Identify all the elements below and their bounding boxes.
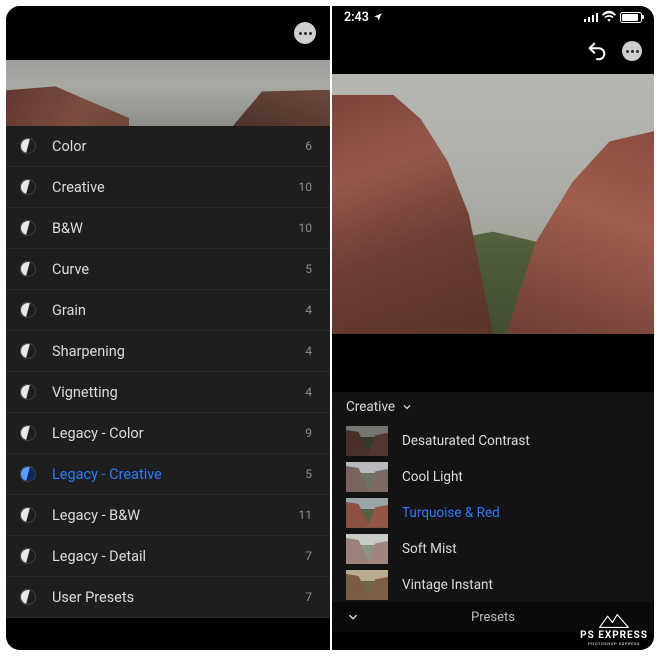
category-row[interactable]: Legacy - Detail 7 — [6, 536, 330, 577]
category-count: 9 — [305, 426, 312, 440]
status-time: 2:43 — [344, 10, 369, 25]
category-label: Legacy - Detail — [52, 548, 146, 565]
preset-swatch-icon — [17, 504, 39, 526]
preset-swatch-icon — [17, 422, 39, 444]
bottom-tab-label[interactable]: Presets — [471, 610, 515, 625]
preset-category-list: Color6Creative10B&W10Curve5Grain4Sharpen… — [6, 126, 330, 618]
category-label: Curve — [52, 261, 89, 278]
category-label: Color — [52, 138, 86, 155]
category-label: Grain — [52, 302, 86, 319]
preset-list: Desaturated Contrast Cool Light Turquoise … — [332, 422, 654, 602]
preset-row[interactable]: Cool Light — [332, 458, 654, 494]
preset-swatch-icon — [17, 340, 39, 362]
category-label: User Presets — [52, 589, 134, 606]
category-count: 4 — [305, 344, 312, 358]
undo-icon[interactable] — [586, 40, 608, 62]
category-count: 6 — [305, 139, 312, 153]
category-row[interactable]: Legacy - Color 9 — [6, 413, 330, 454]
preset-swatch-icon — [17, 176, 39, 198]
preset-thumbnail — [346, 462, 388, 492]
chevron-down-icon[interactable] — [346, 610, 360, 624]
wifi-icon — [602, 10, 616, 24]
category-row[interactable]: Sharpening 4 — [6, 331, 330, 372]
dropdown-label: Creative — [346, 399, 395, 415]
category-label: Legacy - B&W — [52, 507, 140, 524]
category-label: Vignetting — [52, 384, 118, 401]
preset-thumbnail — [346, 534, 388, 564]
preset-thumbnail — [346, 426, 388, 456]
left-photo-preview — [6, 60, 330, 126]
more-icon[interactable] — [622, 41, 642, 61]
preset-swatch-icon — [17, 258, 39, 280]
left-toolbar — [6, 6, 330, 60]
right-toolbar — [332, 28, 654, 74]
category-label: B&W — [52, 220, 83, 237]
preset-row[interactable]: Vintage Instant — [332, 566, 654, 602]
preset-label: Vintage Instant — [402, 577, 493, 593]
right-photo-preview[interactable] — [332, 74, 654, 334]
mountain-icon — [598, 613, 630, 629]
chevron-down-icon — [401, 401, 413, 413]
preset-swatch-icon — [17, 381, 39, 403]
preset-swatch-icon — [17, 545, 39, 567]
category-label: Sharpening — [52, 343, 125, 360]
preset-label: Desaturated Contrast — [402, 433, 530, 449]
category-count: 5 — [305, 262, 312, 276]
preset-thumbnail — [346, 498, 388, 528]
category-row[interactable]: User Presets 7 — [6, 577, 330, 618]
location-icon — [373, 12, 383, 22]
category-label: Creative — [52, 179, 105, 196]
category-row[interactable]: Curve 5 — [6, 249, 330, 290]
category-row[interactable]: Grain 4 — [6, 290, 330, 331]
category-row[interactable]: B&W 10 — [6, 208, 330, 249]
category-count: 7 — [305, 549, 312, 563]
category-count: 10 — [299, 180, 313, 194]
right-pane: 2:43 Creative Desaturated Contr — [330, 6, 654, 650]
preset-label: Turquoise & Red — [402, 505, 500, 521]
preset-label: Cool Light — [402, 469, 463, 485]
category-count: 4 — [305, 303, 312, 317]
category-row[interactable]: Color 6 — [6, 126, 330, 167]
category-count: 11 — [299, 508, 313, 522]
preset-label: Soft Mist — [402, 541, 457, 557]
preset-swatch-icon — [17, 299, 39, 321]
preset-swatch-icon — [17, 217, 39, 239]
more-icon[interactable] — [294, 22, 316, 44]
preset-group-dropdown[interactable]: Creative — [332, 392, 654, 422]
category-count: 7 — [305, 590, 312, 604]
preset-swatch-icon — [17, 586, 39, 608]
left-pane: Color6Creative10B&W10Curve5Grain4Sharpen… — [6, 6, 330, 650]
cellular-signal-icon — [584, 12, 599, 22]
category-label: Legacy - Creative — [52, 466, 162, 483]
preset-thumbnail — [346, 570, 388, 600]
status-bar: 2:43 — [332, 6, 654, 28]
category-row[interactable]: Legacy - B&W 11 — [6, 495, 330, 536]
photo-gap — [332, 334, 654, 392]
category-count: 10 — [299, 221, 313, 235]
category-count: 5 — [305, 467, 312, 481]
preset-swatch-icon — [17, 135, 39, 157]
category-row[interactable]: Creative 10 — [6, 167, 330, 208]
preset-row[interactable]: Desaturated Contrast — [332, 422, 654, 458]
category-row[interactable]: Vignetting 4 — [6, 372, 330, 413]
category-label: Legacy - Color — [52, 425, 144, 442]
battery-icon — [620, 12, 642, 23]
preset-row[interactable]: Turquoise & Red — [332, 494, 654, 530]
category-count: 4 — [305, 385, 312, 399]
ps-express-watermark: PS EXPRESS PHOTOSHOP EXPRESS — [580, 613, 648, 646]
preset-swatch-icon — [17, 463, 39, 485]
category-row[interactable]: Legacy - Creative 5 — [6, 454, 330, 495]
preset-row[interactable]: Soft Mist — [332, 530, 654, 566]
